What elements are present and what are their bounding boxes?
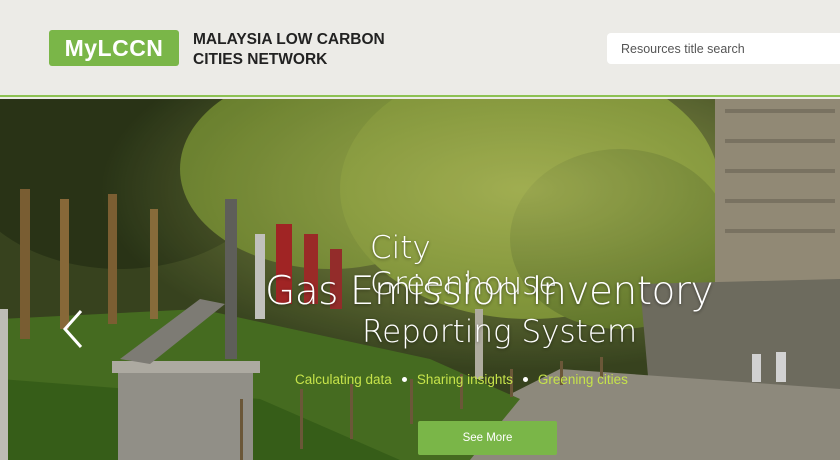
bullet-dot-icon (522, 377, 528, 382)
tagline-item: Calculating data (295, 372, 392, 387)
site-logo[interactable]: MyLCCN (49, 30, 179, 66)
org-name: MALAYSIA LOW CARBON CITIES NETWORK (193, 30, 423, 70)
see-more-button[interactable]: See More (418, 421, 557, 455)
hero-tagline: Calculating data Sharing insights Greeni… (295, 372, 695, 387)
chevron-left-icon (62, 310, 83, 348)
org-name-line-2: CITIES NETWORK (193, 51, 328, 68)
hero-title-line-3: Reporting System (362, 314, 638, 350)
org-name-line-1: MALAYSIA LOW CARBON (193, 31, 385, 48)
carousel-prev-button[interactable] (60, 307, 88, 351)
resources-search-input[interactable] (607, 33, 840, 64)
bullet-dot-icon (401, 377, 407, 382)
hero-title-line-2: Gas Emission Inventory (265, 269, 714, 314)
tagline-item: Greening cities (537, 372, 628, 387)
tagline-item: Sharing insights (416, 372, 513, 387)
site-header: MyLCCN MALAYSIA LOW CARBON CITIES NETWOR… (0, 0, 840, 97)
hero-banner: City Greenhouse Gas Emission Inventory R… (0, 99, 840, 460)
